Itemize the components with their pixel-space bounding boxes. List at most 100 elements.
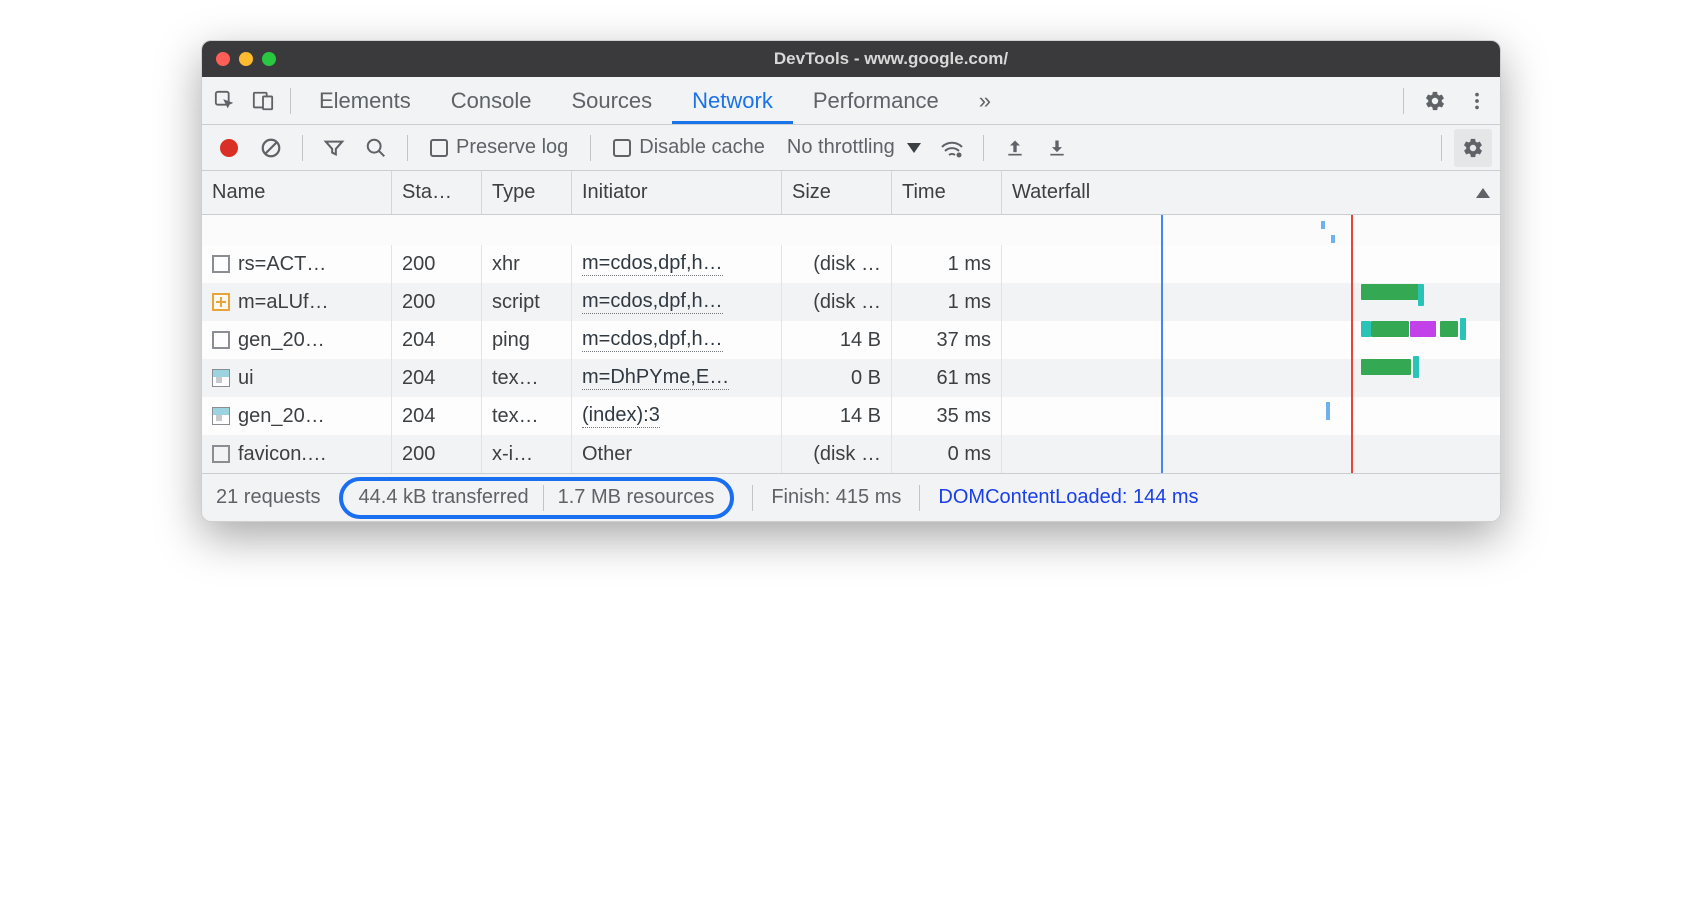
cell-initiator: (index):3 [572,397,782,435]
cell-size: 14 B [782,397,892,435]
cell-time: 1 ms [892,245,1002,283]
tab-network[interactable]: Network [672,77,793,124]
search-icon[interactable] [357,129,395,167]
initiator-link[interactable]: m=DhPYme,E… [582,366,729,390]
cell-initiator: Other [572,435,782,473]
cell-name: gen_20… [202,321,392,359]
cell-name: gen_20… [202,397,392,435]
doc-icon [212,331,230,349]
inspect-element-icon[interactable] [206,82,244,120]
kebab-menu-icon[interactable] [1458,82,1496,120]
cell-initiator: m=DhPYme,E… [572,359,782,397]
cell-type: tex… [482,397,572,435]
panel-tabbar: Elements Console Sources Network Perform… [202,77,1500,125]
divider [1441,135,1442,161]
status-resources: 1.7 MB resources [558,486,715,509]
initiator-link[interactable]: m=cdos,dpf,h… [582,328,723,352]
divider [919,485,920,511]
cell-type: xhr [482,245,572,283]
clear-button-icon[interactable] [252,129,290,167]
checkbox-icon [430,139,448,157]
cell-initiator: m=cdos,dpf,h… [572,321,782,359]
minimize-window-button[interactable] [239,52,253,66]
filter-icon[interactable] [315,129,353,167]
tabs-overflow[interactable]: » [959,77,1011,124]
status-finish: Finish: 415 ms [771,486,901,509]
col-time[interactable]: Time [892,171,1002,214]
script-icon [212,293,230,311]
col-size[interactable]: Size [782,171,892,214]
cell-name: rs=ACT… [202,245,392,283]
col-waterfall[interactable]: Waterfall [1002,171,1500,214]
devtools-window: DevTools - www.google.com/ Elements Cons… [201,40,1501,522]
network-table-header: Name Sta… Type Initiator Size Time Water… [202,171,1500,215]
window-title: DevTools - www.google.com/ [774,49,1008,69]
cell-initiator: m=cdos,dpf,h… [572,245,782,283]
cell-name: m=aLUf… [202,283,392,321]
cell-time: 1 ms [892,283,1002,321]
cell-status: 200 [392,283,482,321]
cell-status: 200 [392,435,482,473]
network-conditions-icon[interactable] [933,129,971,167]
cell-name: favicon.… [202,435,392,473]
throttling-select[interactable]: No throttling [787,136,921,159]
network-table-body: rs=ACT… 200 xhr m=cdos,dpf,h… (disk … 1 … [202,215,1500,473]
cell-type: x-i… [482,435,572,473]
cell-initiator: m=cdos,dpf,h… [572,283,782,321]
tab-performance[interactable]: Performance [793,77,959,124]
maximize-window-button[interactable] [262,52,276,66]
cell-type: script [482,283,572,321]
divider [302,135,303,161]
cell-size: 0 B [782,359,892,397]
close-window-button[interactable] [216,52,230,66]
status-highlight: 44.4 kB transferred 1.7 MB resources [339,477,735,519]
doc-icon [212,255,230,273]
col-initiator[interactable]: Initiator [572,171,782,214]
img-icon [212,407,230,425]
initiator-link[interactable]: m=cdos,dpf,h… [582,252,723,276]
divider [752,485,753,511]
cell-size: (disk … [782,435,892,473]
record-button[interactable] [210,129,248,167]
cell-time: 61 ms [892,359,1002,397]
cell-status: 204 [392,359,482,397]
cell-time: 35 ms [892,397,1002,435]
disable-cache-checkbox[interactable]: Disable cache [613,136,765,159]
initiator-link[interactable]: m=cdos,dpf,h… [582,290,723,314]
divider [407,135,408,161]
titlebar: DevTools - www.google.com/ [202,41,1500,77]
tab-sources[interactable]: Sources [551,77,672,124]
cell-size: 14 B [782,321,892,359]
cell-type: ping [482,321,572,359]
sort-asc-icon [1476,188,1490,198]
preserve-log-checkbox[interactable]: Preserve log [430,136,568,159]
initiator-link[interactable]: (index):3 [582,404,660,428]
cell-name: ui [202,359,392,397]
doc-icon [212,445,230,463]
img-icon [212,369,230,387]
cell-size: (disk … [782,283,892,321]
network-statusbar: 21 requests 44.4 kB transferred 1.7 MB r… [202,473,1500,521]
cell-type: tex… [482,359,572,397]
status-domcontentloaded: DOMContentLoaded: 144 ms [938,486,1198,509]
tab-elements[interactable]: Elements [299,77,431,124]
checkbox-icon [613,139,631,157]
chevron-down-icon [907,143,921,153]
traffic-lights [216,52,276,66]
settings-gear-icon[interactable] [1416,82,1454,120]
cell-time: 0 ms [892,435,1002,473]
cell-status: 204 [392,321,482,359]
upload-har-icon[interactable] [996,129,1034,167]
network-settings-gear-icon[interactable] [1454,129,1492,167]
tab-console[interactable]: Console [431,77,552,124]
col-status[interactable]: Sta… [392,171,482,214]
divider [983,135,984,161]
col-type[interactable]: Type [482,171,572,214]
status-requests: 21 requests [216,486,321,509]
download-har-icon[interactable] [1038,129,1076,167]
cell-time: 37 ms [892,321,1002,359]
divider [290,88,291,114]
col-name[interactable]: Name [202,171,392,214]
network-toolbar: Preserve log Disable cache No throttling [202,125,1500,171]
device-toolbar-icon[interactable] [244,82,282,120]
